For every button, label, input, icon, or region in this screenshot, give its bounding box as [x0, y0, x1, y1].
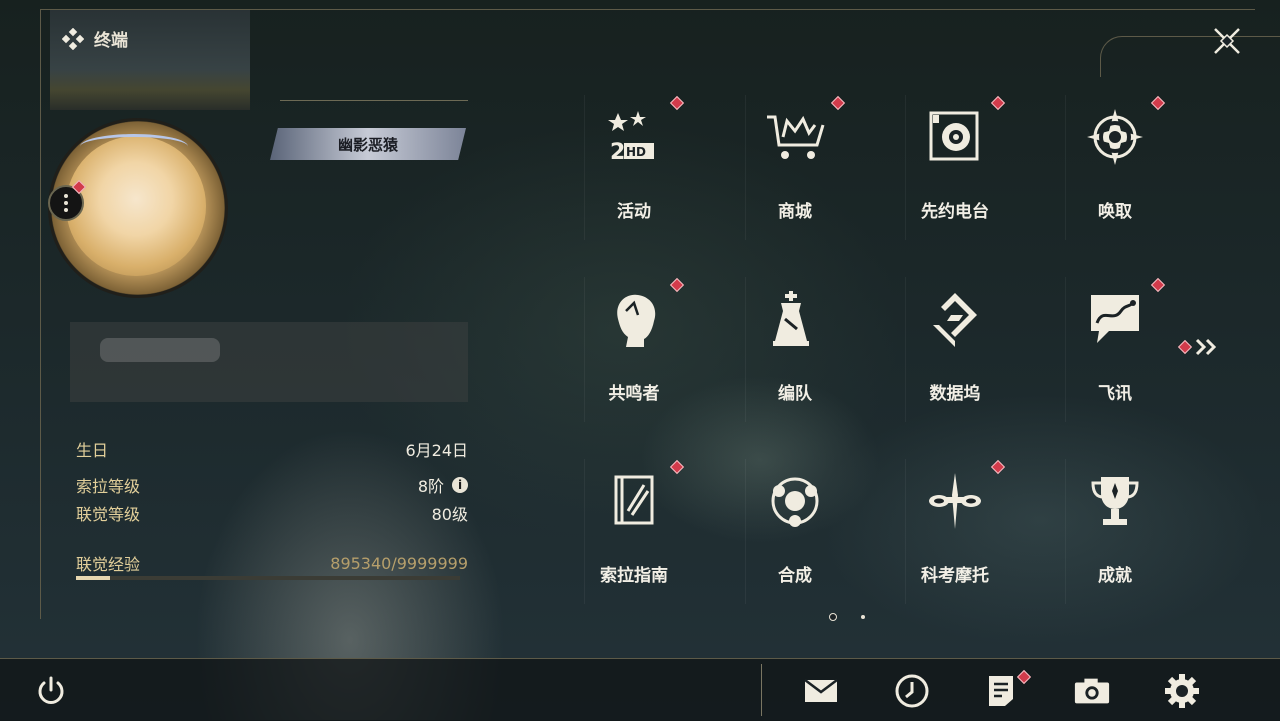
nickname-plate: 幽影恶猿: [270, 128, 466, 160]
info-icon[interactable]: i: [452, 477, 468, 493]
page-dot-active[interactable]: [829, 613, 837, 621]
stat-sola-level: 索拉等级 8阶 i: [76, 473, 468, 497]
stat-value: 6月24日: [405, 441, 468, 460]
page-indicator: [829, 613, 865, 621]
signature-placeholder: [100, 338, 220, 362]
stat-value: 895340/9999999: [330, 553, 468, 573]
summon-compass-icon: [1085, 107, 1145, 167]
exp-progress-fill: [76, 576, 111, 580]
power-button[interactable]: [34, 674, 68, 708]
menu-tile[interactable]: 数据坞: [905, 277, 1065, 427]
menu-tile[interactable]: 共鸣者: [584, 277, 744, 427]
avatar-crown-decoration: [80, 134, 188, 159]
radio-speaker-icon: [925, 107, 985, 167]
synthesis-icon: [765, 471, 825, 531]
menu-tile-label: 数据坞: [929, 384, 981, 404]
gear-icon: [1165, 674, 1199, 708]
stat-value: 80级: [431, 505, 468, 524]
profile-banner-image: [50, 10, 250, 110]
menu-tile-label: 唤取: [1098, 202, 1132, 222]
tile-badge-dot: [669, 459, 685, 475]
double-chevron-right-icon: [1195, 338, 1217, 356]
page-title-text: 终端: [94, 31, 128, 51]
frame-corner: [1100, 36, 1280, 77]
guide-book-icon: [604, 471, 664, 531]
camera-icon: [1074, 678, 1110, 704]
page-dot[interactable]: [861, 615, 865, 619]
menu-tile[interactable]: 索拉指南: [584, 459, 744, 609]
menu-tile-label: 成就: [1098, 566, 1132, 586]
nickname-text: 幽影恶猿: [337, 135, 398, 154]
notice-button[interactable]: [983, 669, 1032, 710]
close-icon: [1214, 28, 1240, 54]
tile-badge-dot: [990, 95, 1006, 111]
frame-line-left: [40, 9, 41, 619]
svg-text:HD: HD: [626, 145, 646, 159]
tile-badge-dot: [1150, 95, 1166, 111]
stat-label: 索拉等级: [76, 477, 141, 496]
power-icon: [38, 676, 64, 704]
menu-tile-label: 先约电台: [921, 202, 989, 222]
mail-icon: [804, 679, 838, 702]
message-bubble-icon: [1085, 289, 1145, 349]
menu-tile[interactable]: 2 HD 活动: [584, 95, 744, 245]
menu-tile-label: 商城: [778, 202, 812, 222]
stat-union-level: 联觉等级 80级: [76, 501, 468, 525]
menu-tile[interactable]: 编队: [745, 277, 905, 427]
svg-text:2: 2: [610, 140, 625, 165]
close-button[interactable]: [1210, 24, 1244, 58]
camera-button[interactable]: [1073, 672, 1111, 710]
stat-label: 联觉等级: [76, 505, 141, 524]
clock-icon: [895, 674, 929, 708]
menu-tile-label: 共鸣者: [608, 384, 660, 404]
menu-tile-label: 活动: [617, 202, 651, 222]
menu-tile[interactable]: 成就: [1065, 459, 1225, 609]
terminal-logo-icon: [62, 27, 84, 50]
event-2hd-icon: 2 HD: [604, 107, 664, 167]
exp-progress-bar: [76, 576, 460, 580]
tile-badge-dot: [669, 277, 685, 293]
tile-badge-dot: [830, 95, 846, 111]
settings-button[interactable]: [1163, 672, 1201, 710]
team-chess-icon: [765, 289, 825, 349]
trophy-icon: [1085, 471, 1145, 531]
history-button[interactable]: [893, 672, 931, 710]
menu-tile[interactable]: 唤取: [1065, 95, 1225, 245]
tile-badge-dot: [1150, 277, 1166, 293]
tile-badge-dot: [990, 459, 1006, 475]
menu-tile-label: 合成: [778, 566, 812, 586]
next-page-button[interactable]: [1177, 338, 1220, 356]
menu-tile-label: 飞讯: [1098, 384, 1132, 404]
menu-tile[interactable]: 合成: [745, 459, 905, 609]
stat-label: 联觉经验: [76, 555, 141, 574]
data-dock-icon: [925, 289, 985, 349]
bottom-divider: [761, 664, 762, 716]
resonator-head-icon: [604, 289, 664, 349]
shop-cart-icon: [765, 107, 825, 167]
stat-value: 8阶: [417, 477, 444, 496]
menu-tile-label: 科考摩托: [921, 566, 989, 586]
menu-tile-label: 索拉指南: [600, 566, 668, 586]
menu-tile-label: 编队: [778, 384, 812, 404]
stat-label: 生日: [76, 441, 109, 460]
signature-box[interactable]: [70, 322, 468, 402]
divider: [280, 100, 468, 101]
stat-birthday: 生日 6月24日: [76, 437, 468, 461]
mail-button[interactable]: [803, 672, 841, 710]
notice-list-icon: [989, 676, 1013, 706]
menu-tile[interactable]: 科考摩托: [905, 459, 1065, 609]
menu-tile[interactable]: 商城: [745, 95, 905, 245]
menu-tile[interactable]: 先约电台: [905, 95, 1065, 245]
page-title: 终端: [62, 26, 128, 51]
next-page-badge-dot: [1177, 339, 1193, 355]
tile-badge-dot: [669, 95, 685, 111]
motorcycle-icon: [925, 471, 985, 531]
stat-union-exp: 联觉经验 895340/9999999: [76, 551, 468, 575]
